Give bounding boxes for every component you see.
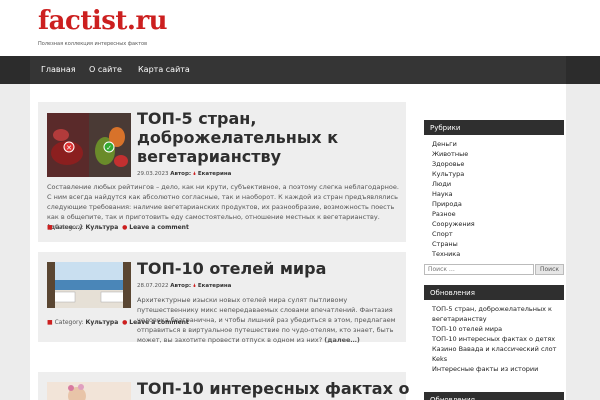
leave-comment-link[interactable]: Leave a comment — [129, 224, 189, 231]
sidebar: Рубрики Деньги Животные Здоровье Культур… — [424, 120, 564, 259]
post-date: 28.07.2022 — [137, 283, 169, 289]
post-excerpt-text: Составление любых рейтингов – дело, как … — [47, 183, 399, 221]
category-label: Category: — [54, 319, 84, 326]
post-card: ТОП-10 отелей мира 28.07.2022 Автор: 🌢 Е… — [38, 252, 406, 344]
rubrics-list: Деньги Животные Здоровье Культура Люди Н… — [424, 135, 564, 259]
post-title[interactable]: ТОП-10 интересных фактах о — [137, 379, 437, 398]
author-icon: 🌢 — [192, 171, 197, 177]
rubric-item[interactable]: Животные — [432, 149, 564, 159]
post-card: ✕ ✓ ТОП-5 стран, доброжелательных к веге… — [38, 102, 406, 242]
site-description: Полезная коллекция интересных фактов — [38, 41, 148, 47]
updates-widget-2: Обновления — [424, 392, 564, 400]
category-label: Category: — [54, 224, 84, 231]
post-meta: 29.03.2023 Автор: 🌢 Екатерина — [137, 171, 231, 178]
updates-widget: Обновления ТОП-5 стран, доброжелательных… — [424, 285, 564, 374]
rubric-item[interactable]: Наука — [432, 189, 564, 199]
author-label: Автор: — [170, 283, 192, 289]
svg-text:✓: ✓ — [106, 144, 112, 152]
updates-list: ТОП-5 стран, доброжелательных к вегетари… — [424, 300, 564, 374]
post-author[interactable]: Екатерина — [198, 283, 231, 289]
rubric-item[interactable]: Страны — [432, 239, 564, 249]
update-item[interactable]: ТОП-5 стран, доброжелательных к вегетари… — [424, 304, 564, 324]
update-item[interactable]: ТОП-10 отелей мира — [424, 324, 564, 334]
rubric-item[interactable]: Деньги — [432, 139, 564, 149]
post-title[interactable]: ТОП-10 отелей мира — [137, 259, 402, 278]
author-icon: 🌢 — [192, 283, 197, 289]
updates-widget-2-title: Обновления — [424, 392, 564, 400]
post-card: ТОП-10 интересных фактах о — [38, 372, 409, 400]
rubric-item[interactable]: Люди — [432, 179, 564, 189]
category-link[interactable]: Культура — [86, 319, 119, 326]
svg-text:✕: ✕ — [66, 144, 72, 152]
updates-widget-title: Обновления — [424, 285, 564, 300]
post-thumbnail[interactable]: ✕ ✓ — [47, 113, 131, 177]
author-label: Автор: — [170, 171, 192, 177]
post-thumbnail[interactable] — [47, 382, 131, 400]
folder-icon: ■ — [47, 319, 53, 326]
nav-item-about[interactable]: О сайте — [89, 65, 122, 74]
rubric-item[interactable]: Техника — [432, 249, 564, 259]
search-widget: Поиск — [424, 264, 564, 275]
rubric-item[interactable]: Разное — [432, 209, 564, 219]
nav-item-home[interactable]: Главная — [41, 65, 76, 74]
rubric-item[interactable]: Культура — [432, 169, 564, 179]
category-link[interactable]: Культура — [86, 224, 119, 231]
update-item[interactable]: Интересные факты из истории — [424, 364, 564, 374]
post-meta: 28.07.2022 Автор: 🌢 Екатерина — [137, 283, 231, 290]
rubric-item[interactable]: Спорт — [432, 229, 564, 239]
site-header: factist.ru Полезная коллекция интересных… — [0, 0, 600, 56]
search-button[interactable]: Поиск — [535, 264, 564, 275]
site-title[interactable]: factist.ru — [38, 6, 168, 36]
rubrics-widget-title: Рубрики — [424, 120, 564, 135]
search-input[interactable] — [424, 264, 534, 275]
update-item[interactable]: ТОП-10 интересных фактах о детях — [424, 334, 564, 344]
rubric-item[interactable]: Сооружения — [432, 219, 564, 229]
post-title[interactable]: ТОП-5 стран, доброжелательных к вегетари… — [137, 109, 402, 166]
folder-icon: ■ — [47, 224, 53, 231]
comment-icon: ● — [122, 319, 128, 326]
nav-item-sitemap[interactable]: Карта сайта — [138, 65, 190, 74]
post-author[interactable]: Екатерина — [198, 171, 231, 177]
post-thumbnail[interactable] — [47, 262, 131, 308]
leave-comment-link[interactable]: Leave a comment — [129, 319, 189, 326]
post-footer: ■ Category: Культура ● Leave a comment — [47, 224, 189, 231]
update-item[interactable]: Казино Вавада и классический слот Keks — [424, 344, 564, 364]
rubric-item[interactable]: Здоровье — [432, 159, 564, 169]
main-navigation: Главная О сайте Карта сайта — [0, 56, 600, 84]
post-footer: ■ Category: Культура ● Leave a comment — [47, 319, 189, 326]
comment-icon: ● — [122, 224, 128, 231]
rubric-item[interactable]: Природа — [432, 199, 564, 209]
read-more-link[interactable]: (далее…) — [324, 336, 360, 344]
post-date: 29.03.2023 — [137, 171, 169, 177]
